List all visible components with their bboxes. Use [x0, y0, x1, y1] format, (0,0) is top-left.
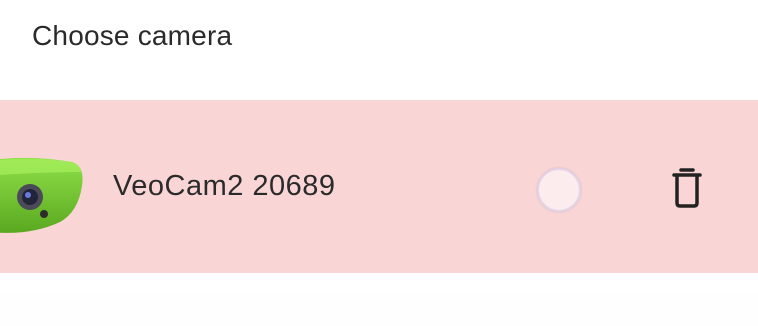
list-footer-space — [0, 292, 758, 326]
camera-select-radio[interactable] — [537, 168, 581, 212]
page-title: Choose camera — [32, 20, 233, 51]
camera-thumbnail-icon — [0, 152, 85, 236]
choose-camera-screen: Choose camera VeoCam2 20689 — [0, 0, 758, 326]
camera-name: VeoCam2 20689 — [113, 170, 336, 202]
camera-list-item[interactable]: VeoCam2 20689 — [0, 100, 758, 273]
delete-camera-button[interactable] — [663, 163, 711, 211]
trash-icon — [672, 168, 702, 208]
